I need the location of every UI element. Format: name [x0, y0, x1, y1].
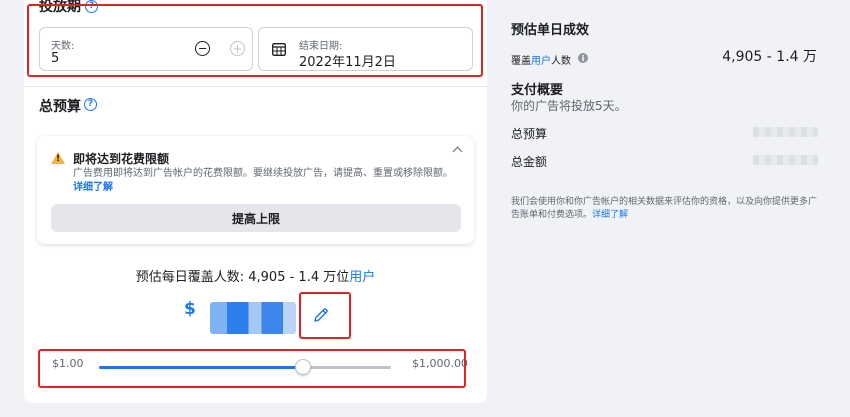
increase-days-button[interactable]: +: [230, 41, 245, 56]
plus-icon: +: [232, 41, 243, 56]
decrease-days-button[interactable]: [195, 41, 210, 56]
raise-limit-button[interactable]: 提高上限: [51, 204, 461, 232]
estimate-users-link[interactable]: 用户: [349, 270, 375, 285]
reach-value: 4,905 - 1.4 万: [722, 49, 817, 65]
alert-body: 广告费用即将达到广告帐户的花费限额。要继续投放广告，请提高、重置或移除限额。详细…: [73, 168, 453, 193]
budget-slider[interactable]: [99, 359, 391, 375]
budget-title: 总预算: [39, 99, 81, 115]
info-icon[interactable]: i: [578, 53, 588, 63]
calendar-icon: [272, 43, 286, 56]
budget-help-icon[interactable]: ?: [84, 98, 97, 111]
days-value: 5: [51, 51, 60, 66]
minus-icon: [199, 47, 206, 50]
reach-label: 覆盖用户人数: [511, 56, 571, 67]
results-title: 预估单日成效: [511, 23, 590, 38]
alert-title: 即将达到花费限额: [73, 152, 170, 166]
days-label: 天数:: [51, 41, 75, 52]
total-budget-redacted: [753, 127, 818, 137]
billing-footer: 我们会使用你和你广告帐户的相关数据来评估你的资格，以及向你提供更多广告账单和付费…: [511, 197, 818, 220]
end-date-field[interactable]: 结束日期: 2022年11月2日: [258, 27, 473, 71]
currency-symbol: $: [184, 299, 196, 319]
slider-max-label: $1,000.00: [412, 357, 468, 370]
footer-learn-more-link[interactable]: 详细了解: [592, 210, 628, 220]
daily-reach-estimate: 预估每日覆盖人数: 4,905 - 1.4 万位用户: [135, 270, 376, 285]
alert-learn-more-link[interactable]: 详细了解: [73, 182, 113, 193]
total-amount-redacted: [753, 155, 818, 165]
payment-title: 支付概要: [511, 83, 564, 98]
spend-limit-alert: ! 即将达到花费限额 广告费用即将达到广告帐户的花费限额。要继续投放广告，请提高…: [37, 136, 474, 244]
divider: [24, 86, 487, 87]
budget-amount-redacted[interactable]: [210, 302, 296, 334]
slider-fill: [99, 366, 304, 369]
end-date-label: 结束日期:: [299, 41, 343, 52]
total-budget-label: 总预算: [511, 127, 548, 141]
slider-min-label: $1.00: [52, 357, 84, 370]
days-field[interactable]: 天数: 5 +: [39, 27, 253, 71]
end-date-value: 2022年11月2日: [299, 55, 396, 70]
chevron-up-icon[interactable]: [452, 146, 463, 157]
payment-duration: 你的广告将投放5天。: [511, 99, 627, 113]
pencil-icon[interactable]: [313, 307, 329, 323]
total-amount-label: 总金额: [511, 155, 548, 169]
reach-users-link[interactable]: 用户: [531, 56, 551, 67]
